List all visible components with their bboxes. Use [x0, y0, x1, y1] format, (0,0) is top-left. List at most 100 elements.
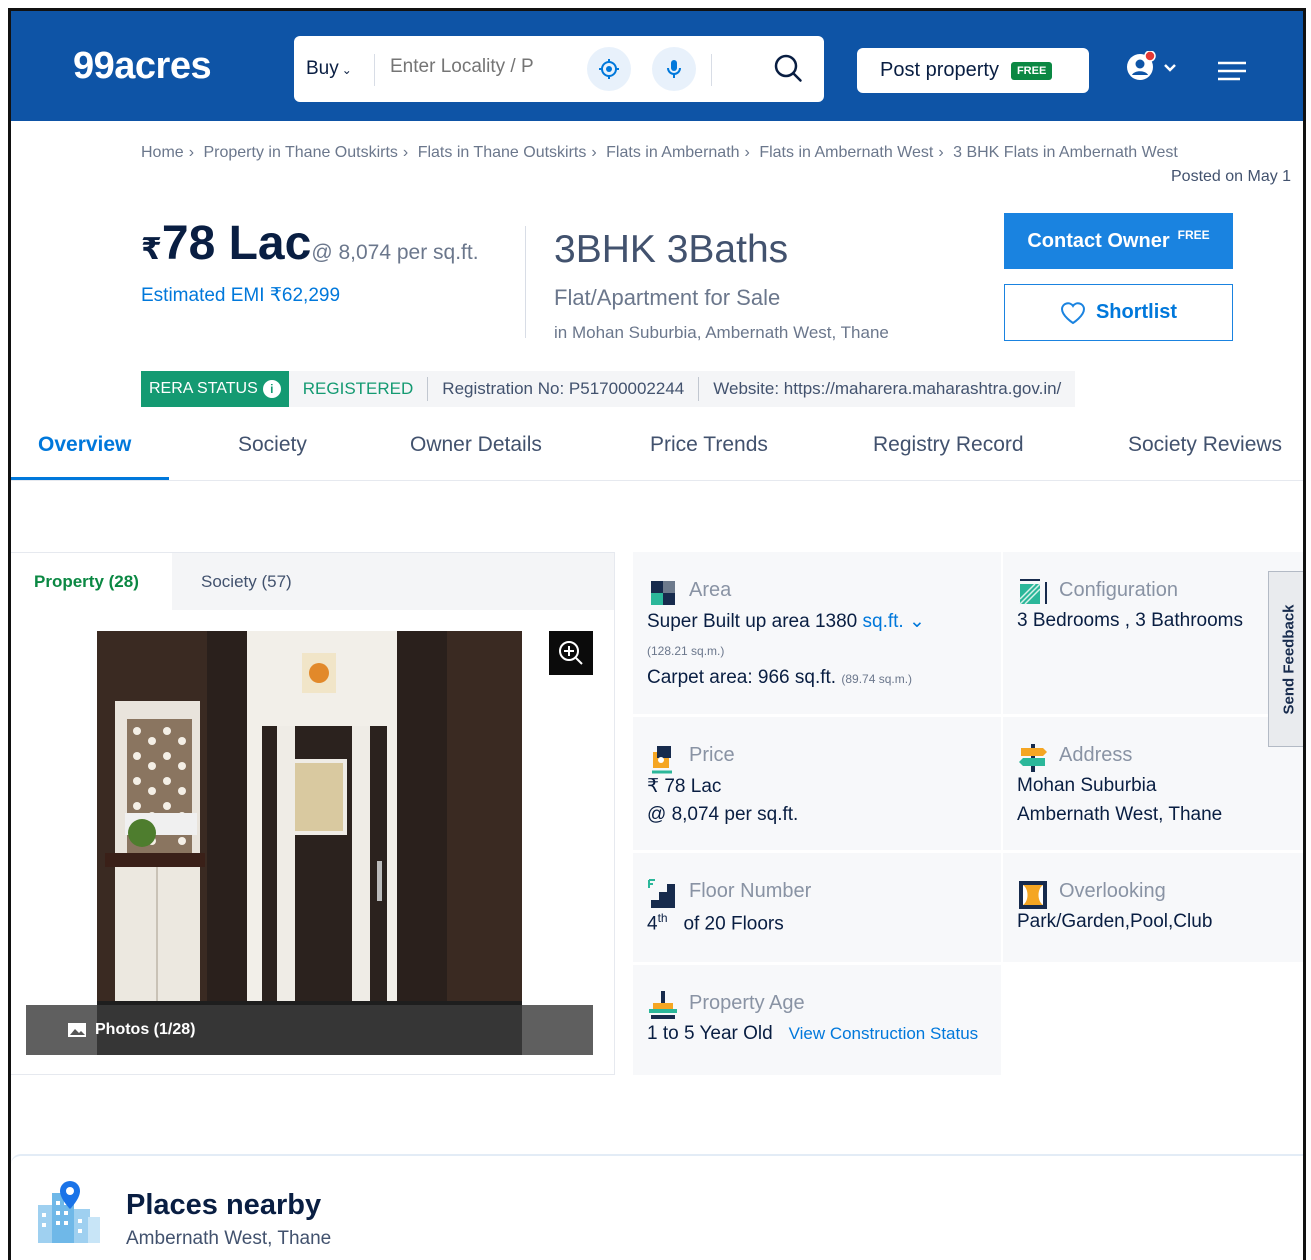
listing-price: ₹78 Lac@ 8,074 per sq.ft.: [141, 216, 479, 271]
floor-label: Floor Number: [689, 880, 812, 902]
rera-registered: REGISTERED: [302, 379, 414, 398]
address-line-1: Mohan Suburbia: [1017, 775, 1157, 796]
divider: [374, 54, 375, 86]
photos-count-label: Photos (1/28): [95, 1021, 196, 1038]
contact-owner-button[interactable]: Contact Owner FREE: [1004, 213, 1233, 269]
buy-label: Buy: [306, 58, 339, 79]
tab-overview[interactable]: Overview: [38, 433, 131, 457]
tab-price-trends[interactable]: Price Trends: [650, 433, 768, 457]
image-icon: [68, 1023, 86, 1037]
heart-icon: [1060, 301, 1085, 324]
carpet-area-sqm: (89.74 sq.m.): [841, 672, 913, 686]
overlooking-label: Overlooking: [1059, 880, 1166, 902]
locate-me-button[interactable]: [587, 47, 631, 91]
photo-gallery: Property (28) Society (57) Photos (1/28): [11, 552, 615, 1075]
rera-website[interactable]: Website: https://maharera.maharashtra.go…: [699, 379, 1075, 399]
property-age-value: 1 to 5 Year Old View Construction Status: [647, 1023, 979, 1044]
address-label: Address: [1059, 744, 1133, 766]
rera-registration-number: Registration No: P51700002244: [442, 379, 685, 398]
estimated-emi-link[interactable]: Estimated EMI ₹62,299: [141, 284, 340, 307]
send-feedback-tab[interactable]: Send Feedback: [1268, 571, 1303, 747]
places-nearby-section: Places nearby Ambernath West, Thane: [11, 1154, 1303, 1260]
tab-owner-details[interactable]: Owner Details: [410, 433, 542, 457]
gallery-tabs: Property (28) Society (57): [11, 553, 614, 611]
rera-status-bar: RERA STATUS i REGISTERED Registration No:…: [141, 371, 1076, 407]
price-value: 78 Lac: [161, 217, 312, 270]
listing-title: 3BHK 3Baths: [554, 228, 789, 271]
user-icon: [1127, 50, 1176, 80]
search-bar: Buy ⌄: [294, 36, 824, 102]
breadcrumb-item[interactable]: Property in Thane Outskirts: [203, 144, 397, 161]
property-location: in Mohan Suburbia, Ambernath West, Thane: [554, 323, 889, 342]
breadcrumb-item[interactable]: Home: [141, 144, 184, 161]
tab-society-reviews[interactable]: Society Reviews: [1128, 433, 1282, 457]
detail-area: Area Super Built up area 1380 sq.ft. ⌄ (…: [633, 552, 1001, 714]
configuration-value: 3 Bedrooms , 3 Bathrooms: [1017, 610, 1243, 631]
signpost-icon: [1019, 744, 1047, 772]
zoom-button[interactable]: [549, 631, 593, 675]
overlooking-value: Park/Garden,Pool,Club: [1017, 911, 1213, 932]
breadcrumb-item[interactable]: 3 BHK Flats in Ambernath West: [953, 144, 1178, 161]
window-icon: [1019, 881, 1047, 909]
price-tag-icon: [652, 746, 672, 774]
gallery-tab-property[interactable]: Property (28): [11, 553, 172, 611]
search-icon: [774, 54, 802, 82]
detail-address: Address Mohan Suburbia Ambernath West, T…: [1003, 717, 1303, 850]
carpet-area: Carpet area: 966 sq.ft. (89.74 sq.m.): [647, 667, 913, 688]
view-construction-status-link[interactable]: View Construction Status: [789, 1024, 979, 1043]
free-tag: FREE: [1177, 228, 1210, 242]
gallery-tab-society[interactable]: Society (57): [201, 572, 292, 592]
area-icon: [651, 581, 675, 605]
divider: [711, 54, 712, 86]
detail-floor: Floor Number 4th of 20 Floors: [633, 853, 1001, 962]
places-nearby-title: Places nearby: [126, 1189, 322, 1221]
floor-value: 4th of 20 Floors: [647, 911, 784, 935]
post-property-label: Post property: [880, 59, 999, 81]
detail-overlooking: Overlooking Park/Garden,Pool,Club: [1003, 853, 1303, 962]
price-per-sqft: @ 8,074 per sq.ft.: [647, 804, 799, 825]
super-built-area: Super Built up area 1380 sq.ft. ⌄: [647, 611, 925, 632]
property-photo[interactable]: [97, 631, 522, 1055]
price-value: ₹ 78 Lac: [647, 776, 722, 797]
posted-date: Posted on May 1: [1171, 168, 1292, 185]
detail-price: Price ₹ 78 Lac @ 8,074 per sq.ft.: [633, 717, 1001, 850]
configuration-label: Configuration: [1059, 579, 1178, 601]
send-feedback-label: Send Feedback: [1280, 603, 1298, 715]
stairs-icon: [648, 879, 675, 908]
microphone-icon: [667, 60, 681, 78]
active-tab-indicator: [11, 477, 169, 480]
breadcrumb-item[interactable]: Flats in Ambernath: [606, 144, 739, 161]
breadcrumb: Home › Property in Thane Outskirts › Flats…: [141, 144, 1178, 161]
divider: [525, 226, 526, 338]
chevron-down-icon: ⌄: [341, 63, 352, 77]
property-age-label: Property Age: [689, 992, 805, 1014]
unit-dropdown[interactable]: sq.ft. ⌄: [863, 611, 925, 632]
door-photo-illustration: [97, 631, 522, 1055]
places-nearby-subtitle: Ambernath West, Thane: [126, 1228, 332, 1249]
tab-society[interactable]: Society: [238, 433, 307, 457]
section-tabs: Overview Society Owner Details Price Tre…: [11, 423, 1303, 481]
hamburger-menu-button[interactable]: [1217, 61, 1247, 86]
search-button[interactable]: [772, 52, 804, 89]
info-icon[interactable]: i: [262, 380, 281, 398]
breadcrumb-item[interactable]: Flats in Thane Outskirts: [418, 144, 587, 161]
super-built-area-sqm: (128.21 sq.m.): [647, 644, 725, 658]
post-property-button[interactable]: Post property FREE: [857, 48, 1089, 93]
contact-owner-label: Contact Owner: [1027, 229, 1170, 252]
locality-search-input[interactable]: [390, 56, 570, 78]
buy-dropdown[interactable]: Buy ⌄: [306, 58, 352, 80]
user-menu-button[interactable]: [1125, 50, 1187, 90]
shortlist-label: Shortlist: [1095, 301, 1178, 323]
breadcrumb-item[interactable]: Flats in Ambernath West: [759, 144, 933, 161]
city-location-icon: [38, 1181, 100, 1243]
property-type: Flat/Apartment for Sale: [554, 285, 781, 310]
voice-search-button[interactable]: [652, 47, 696, 91]
hamburger-icon: [1218, 61, 1246, 81]
site-logo[interactable]: 99acres: [73, 45, 212, 88]
detail-configuration: Configuration 3 Bedrooms , 3 Bathrooms: [1003, 552, 1303, 714]
photos-count-bar[interactable]: Photos (1/28): [26, 1005, 593, 1055]
location-target-icon: [599, 59, 619, 79]
tab-registry-record[interactable]: Registry Record: [873, 433, 1024, 457]
shortlist-button[interactable]: Shortlist: [1004, 284, 1233, 341]
chevron-down-icon: ⌄: [908, 611, 925, 632]
